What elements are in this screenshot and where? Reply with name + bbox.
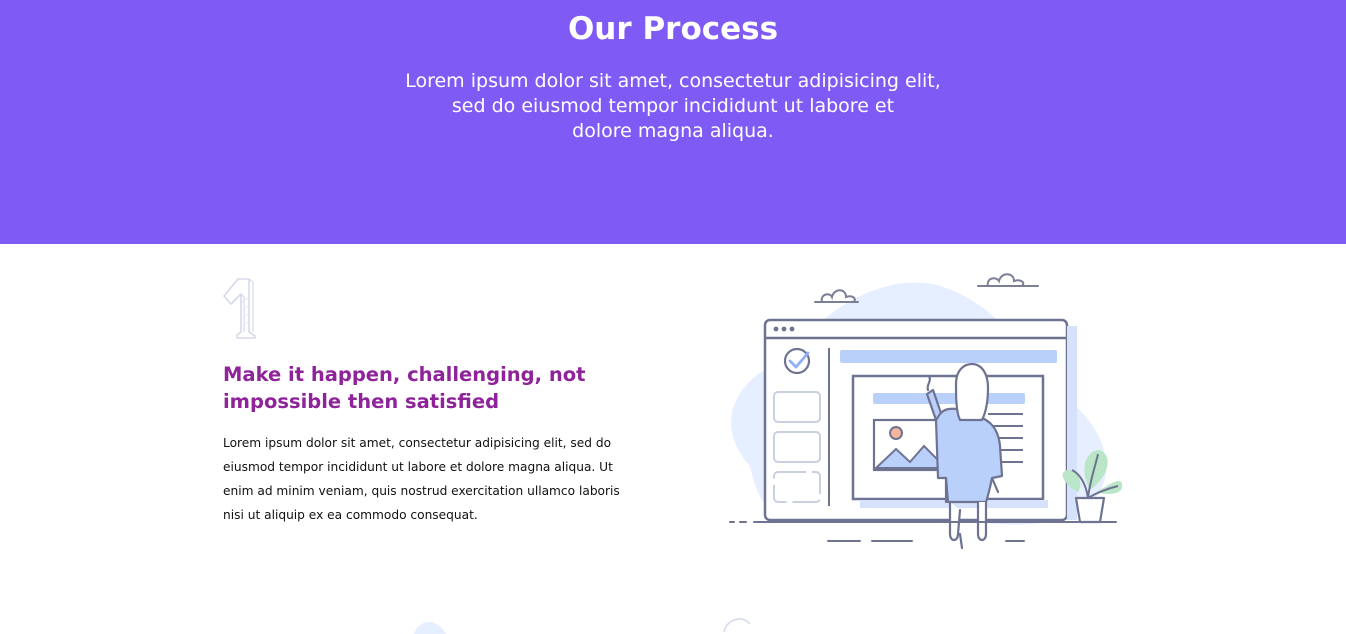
step-heading: Make it happen, challenging, not impossi… <box>223 361 643 415</box>
step-description-line: Lorem ipsum dolor sit amet, consectetur … <box>223 436 612 450</box>
image-placeholder-icon <box>872 418 944 472</box>
hero-subtitle-line: sed do eiusmod tempor incididunt ut labo… <box>451 95 895 117</box>
process-step-1: 1 Make it happen, challenging, not impos… <box>0 244 1346 623</box>
cloud-right <box>977 273 1039 287</box>
step-description-line: eiusmod tempor incididunt ut labore et d… <box>223 460 613 474</box>
page-title: Our Process <box>567 11 779 47</box>
cloud-left <box>814 289 859 303</box>
hero-subtitle-line: Lorem ipsum dolor sit amet, consectetur … <box>405 70 941 92</box>
step-description: Lorem ipsum dolor sit amet, consectetur … <box>223 431 643 527</box>
step-description-line: enim ad minim veniam, quis nostrud exerc… <box>223 484 620 498</box>
hero-subtitle: Lorem ipsum dolor sit amet, consectetur … <box>400 69 946 144</box>
process-hero: Our Process Lorem ipsum dolor sit amet, … <box>0 0 1346 244</box>
step-heading-line: impossible then satisfied <box>223 390 500 413</box>
hero-subtitle-line: dolore magna aliqua. <box>572 120 774 142</box>
step-number-1-icon: 1 <box>223 278 256 339</box>
window-right-shadow <box>1067 326 1077 520</box>
step-heading-line: Make it happen, challenging, not <box>223 363 586 386</box>
step-number-2-icon <box>723 618 751 633</box>
next-illustration-blob <box>414 621 446 634</box>
step-description-line: nisi ut aliquip ex ea commodo consequat. <box>223 508 478 522</box>
person-drawing-on-browser-window-illustration <box>729 273 1123 550</box>
